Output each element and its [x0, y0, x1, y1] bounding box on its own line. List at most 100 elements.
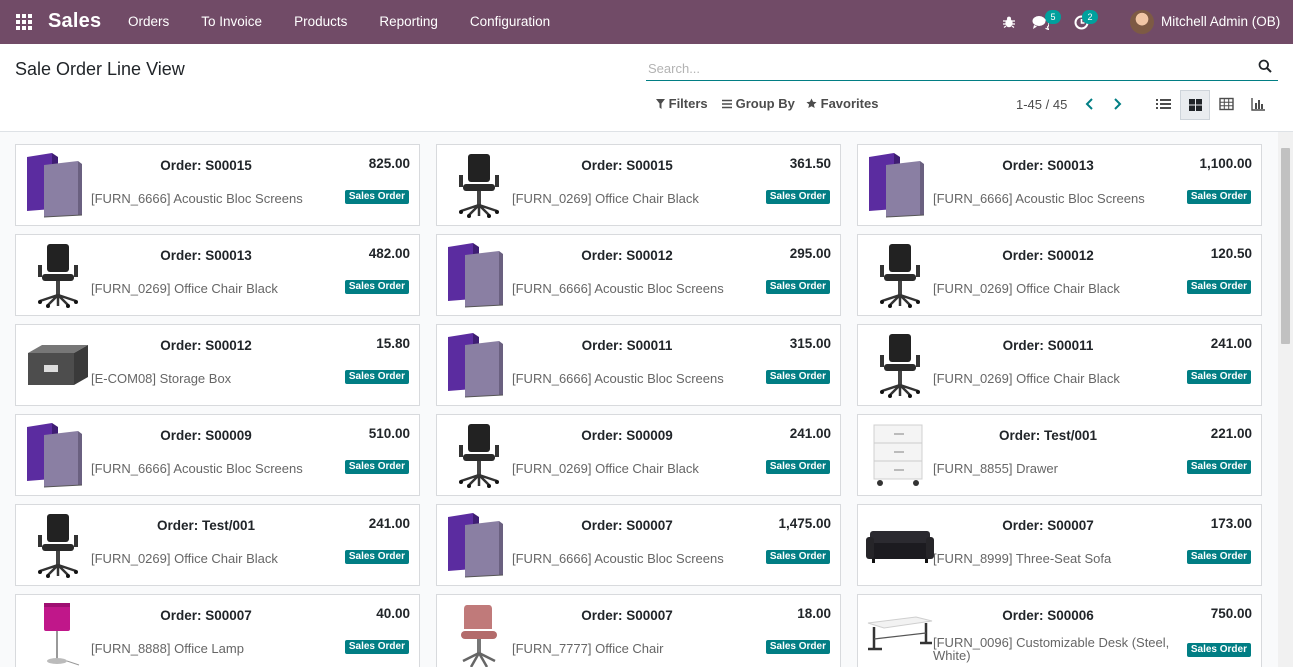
- kanban-view-button[interactable]: [1180, 90, 1210, 120]
- search-icon[interactable]: [1258, 59, 1272, 73]
- product-name: [FURN_8999] Three-Seat Sofa: [933, 551, 1112, 566]
- product-name: [FURN_0269] Office Chair Black: [933, 371, 1120, 386]
- pivot-view-button[interactable]: [1212, 90, 1242, 120]
- product-name: [FURN_7777] Office Chair: [512, 641, 664, 656]
- app-menu-grid-icon[interactable]: [16, 14, 32, 30]
- order-reference: Order: Test/001: [156, 518, 256, 533]
- kanban-card[interactable]: Order: S00015 825.00 [FURN_6666] Acoustic …: [15, 144, 420, 226]
- product-image: [445, 151, 513, 219]
- product-image: [24, 511, 92, 579]
- kanban-card[interactable]: Order: S00012 295.00 [FURN_6666] Acoustic …: [436, 234, 841, 316]
- menu-item-orders[interactable]: Orders: [112, 0, 185, 44]
- product-image: [24, 421, 92, 489]
- order-reference: Order: S00007: [1002, 518, 1094, 533]
- line-amount: 241.00: [1210, 336, 1252, 351]
- kanban-card[interactable]: Order: S00011 315.00 [FURN_6666] Acoustic …: [436, 324, 841, 406]
- product-image: [24, 241, 92, 309]
- product-name: [FURN_6666] Acoustic Bloc Screens: [512, 371, 724, 386]
- line-amount: 40.00: [376, 606, 410, 621]
- line-amount: 510.00: [368, 426, 410, 441]
- status-badge: Sales Order: [1186, 550, 1251, 564]
- line-amount: 1,475.00: [778, 516, 831, 531]
- status-badge: Sales Order: [1186, 280, 1251, 294]
- menu-item-reporting[interactable]: Reporting: [363, 0, 454, 44]
- line-amount: 825.00: [368, 156, 410, 171]
- order-reference: Order: S00015: [581, 158, 673, 173]
- kanban-card[interactable]: Order: S00006 750.00 [FURN_0096] Customiza…: [857, 594, 1262, 667]
- kanban-card[interactable]: Order: S00007 1,475.00 [FURN_6666] Acousti…: [436, 504, 841, 586]
- list-view-icon: [1156, 99, 1171, 109]
- pager-next-button[interactable]: [1109, 96, 1125, 112]
- search-input[interactable]: [646, 56, 1250, 80]
- user-name: Mitchell Admin (OB): [1161, 14, 1281, 29]
- product-name: [FURN_0269] Office Chair Black: [933, 281, 1120, 296]
- kanban-card[interactable]: Order: Test/001 221.00 [FURN_8855] Drawer S…: [857, 414, 1262, 496]
- kanban-card[interactable]: Order: S00007 18.00 [FURN_7777] Office Cha…: [436, 594, 841, 667]
- order-reference: Order: S00015: [160, 158, 252, 173]
- debug-bug-button[interactable]: [1000, 0, 1018, 44]
- filters-label: Filters: [668, 96, 708, 111]
- kanban-card[interactable]: Order: S00013 482.00 [FURN_0269] Office Ch…: [15, 234, 420, 316]
- product-name: [FURN_6666] Acoustic Bloc Screens: [933, 191, 1145, 206]
- menu-item-to-invoice[interactable]: To Invoice: [185, 0, 278, 44]
- scrollbar-thumb[interactable]: [1281, 148, 1290, 344]
- product-name: [FURN_0096] Customizable Desk (Steel, Wh…: [933, 635, 1170, 663]
- kanban-card[interactable]: Order: S00013 1,100.00 [FURN_6666] Acousti…: [857, 144, 1262, 226]
- status-badge: Sales Order: [765, 280, 830, 294]
- product-name: [FURN_0269] Office Chair Black: [91, 281, 278, 296]
- line-amount: 1,100.00: [1199, 156, 1252, 171]
- kanban-card[interactable]: Order: Test/001 241.00 [FURN_0269] Office …: [15, 504, 420, 586]
- user-menu[interactable]: Mitchell Admin (OB): [1129, 0, 1289, 44]
- line-amount: 750.00: [1210, 606, 1252, 621]
- table-grid-icon: [1219, 97, 1234, 111]
- kanban-card[interactable]: Order: S00012 15.80 [E-COM08] Storage Box S…: [15, 324, 420, 406]
- product-name: [FURN_8855] Drawer: [933, 461, 1058, 476]
- pager-value[interactable]: 1-45 / 45: [1016, 97, 1067, 112]
- product-image: [866, 601, 934, 667]
- favorites-label: Favorites: [820, 96, 879, 111]
- kanban-view-icon: [1189, 99, 1202, 111]
- messages-button[interactable]: 5: [1030, 0, 1066, 44]
- menu-item-products[interactable]: Products: [278, 0, 363, 44]
- kanban-card[interactable]: Order: S00007 40.00 [FURN_8888] Office Lam…: [15, 594, 420, 667]
- filters-button[interactable]: Filters: [656, 96, 708, 114]
- product-name: [FURN_0269] Office Chair Black: [512, 461, 699, 476]
- kanban-card[interactable]: Order: S00007 173.00 [FURN_8999] Three-Sea…: [857, 504, 1262, 586]
- order-reference: Order: S00011: [581, 338, 673, 353]
- graph-view-button[interactable]: [1244, 90, 1274, 120]
- kanban-card[interactable]: Order: S00011 241.00 [FURN_0269] Office Ch…: [857, 324, 1262, 406]
- line-amount: 120.50: [1210, 246, 1252, 261]
- order-reference: Order: S00012: [1002, 248, 1094, 263]
- pager-previous-button[interactable]: [1082, 96, 1098, 112]
- activities-button[interactable]: 2: [1072, 0, 1102, 44]
- filter-funnel-icon: [656, 99, 665, 109]
- list-view-button[interactable]: [1149, 90, 1179, 120]
- kanban-card[interactable]: Order: S00009 241.00 [FURN_0269] Office Ch…: [436, 414, 841, 496]
- kanban-card[interactable]: Order: S00015 361.50 [FURN_0269] Office Ch…: [436, 144, 841, 226]
- line-amount: 15.80: [376, 336, 410, 351]
- product-image: [445, 601, 513, 667]
- activities-count-badge: 2: [1082, 10, 1098, 24]
- kanban-view: Order: S00015 825.00 [FURN_6666] Acoustic …: [0, 132, 1278, 667]
- kanban-card[interactable]: Order: S00012 120.50 [FURN_0269] Office Ch…: [857, 234, 1262, 316]
- product-image: [866, 331, 934, 399]
- search-bar: [646, 54, 1278, 81]
- status-badge: Sales Order: [765, 640, 830, 654]
- vertical-scrollbar[interactable]: [1278, 132, 1293, 667]
- order-reference: Order: S00007: [581, 608, 673, 623]
- star-icon: [806, 98, 817, 108]
- product-name: [E-COM08] Storage Box: [91, 371, 232, 386]
- order-reference: Order: S00012: [581, 248, 673, 263]
- product-image: [24, 151, 92, 219]
- order-reference: Order: S00013: [1002, 158, 1094, 173]
- menu-item-configuration[interactable]: Configuration: [454, 0, 566, 44]
- status-badge: Sales Order: [1186, 643, 1251, 657]
- product-image: [866, 421, 934, 489]
- line-amount: 361.50: [789, 156, 831, 171]
- favorites-button[interactable]: Favorites: [806, 96, 878, 114]
- app-brand[interactable]: Sales: [48, 10, 101, 33]
- group-by-button[interactable]: Group By: [722, 96, 795, 114]
- line-amount: 241.00: [368, 516, 410, 531]
- kanban-card[interactable]: Order: S00009 510.00 [FURN_6666] Acoustic …: [15, 414, 420, 496]
- product-image: [445, 511, 513, 579]
